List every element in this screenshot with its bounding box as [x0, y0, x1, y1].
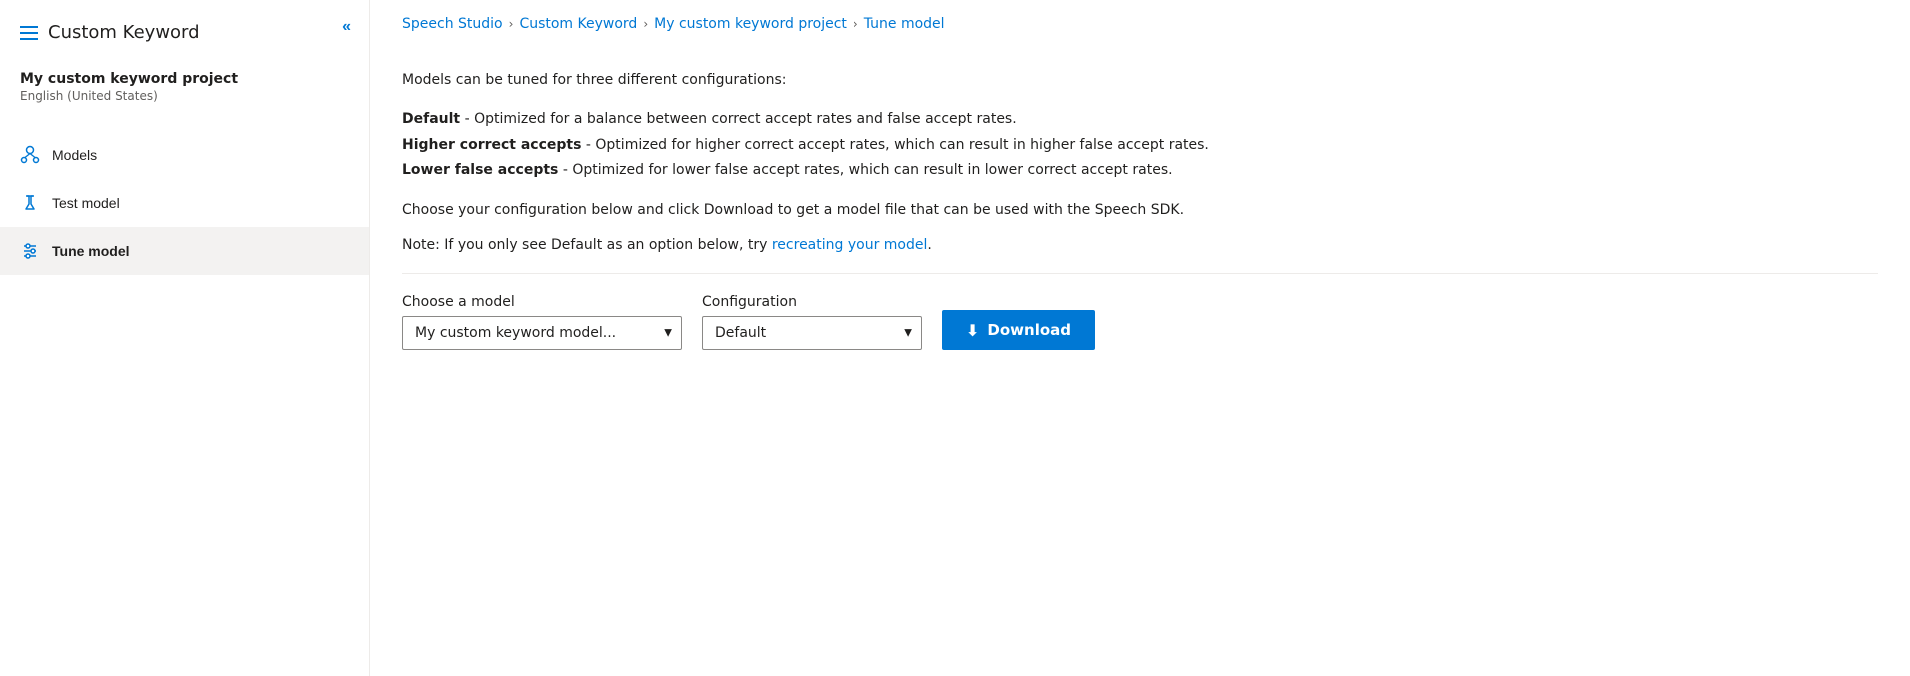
sidebar-item-test-model-label: Test model	[52, 195, 120, 211]
config-label: Configuration	[702, 294, 922, 310]
config-higher-desc: - Optimized for higher correct accept ra…	[581, 137, 1208, 153]
intro-text: Models can be tuned for three different …	[402, 69, 1878, 91]
config-item-higher: Higher correct accepts - Optimized for h…	[402, 133, 1878, 158]
choose-text: Choose your configuration below and clic…	[402, 199, 1878, 221]
config-form-group: Configuration Default Higher correct acc…	[702, 294, 922, 350]
sidebar-project-name: My custom keyword project	[20, 71, 349, 87]
sidebar-item-models-label: Models	[52, 147, 97, 163]
form-row: Choose a model My custom keyword model..…	[402, 294, 1878, 350]
sidebar-collapse-button[interactable]: «	[338, 14, 355, 40]
config-lower-desc: - Optimized for lower false accept rates…	[558, 162, 1172, 178]
sidebar-project-language: English (United States)	[20, 89, 349, 103]
model-label: Choose a model	[402, 294, 682, 310]
sidebar-item-tune-model[interactable]: Tune model	[0, 227, 369, 275]
sidebar-project-section: My custom keyword project English (Unite…	[0, 63, 369, 123]
breadcrumb-custom-keyword[interactable]: Custom Keyword	[519, 16, 637, 32]
divider	[402, 273, 1878, 274]
config-higher-name: Higher correct accepts	[402, 137, 581, 153]
config-item-default: Default - Optimized for a balance betwee…	[402, 107, 1878, 132]
breadcrumb-sep-2: ›	[643, 17, 648, 31]
model-select[interactable]: My custom keyword model...	[402, 316, 682, 350]
hamburger-icon	[20, 26, 38, 40]
config-list: Default - Optimized for a balance betwee…	[402, 107, 1878, 183]
model-select-container: My custom keyword model... ▼	[402, 316, 682, 350]
note-suffix: .	[927, 237, 931, 253]
download-label: Download	[987, 321, 1071, 339]
config-select-container: Default Higher correct accepts Lower fal…	[702, 316, 922, 350]
download-icon: ⬇	[966, 321, 979, 340]
sidebar-title-row: Custom Keyword	[0, 0, 369, 63]
model-form-group: Choose a model My custom keyword model..…	[402, 294, 682, 350]
config-default-desc: - Optimized for a balance between correc…	[460, 111, 1017, 127]
models-icon	[20, 145, 40, 165]
breadcrumb-project[interactable]: My custom keyword project	[654, 16, 847, 32]
note-link[interactable]: recreating your model	[772, 237, 928, 253]
download-button[interactable]: ⬇ Download	[942, 310, 1095, 350]
note-prefix: Note: If you only see Default as an opti…	[402, 237, 772, 253]
sidebar-item-test-model[interactable]: Test model	[0, 179, 369, 227]
breadcrumb-sep-1: ›	[509, 17, 514, 31]
sidebar-nav: Models Test model	[0, 131, 369, 275]
breadcrumb-current: Tune model	[864, 16, 945, 32]
breadcrumb-sep-3: ›	[853, 17, 858, 31]
content-body: Models can be tuned for three different …	[370, 49, 1910, 676]
breadcrumb: Speech Studio › Custom Keyword › My cust…	[370, 0, 1910, 49]
tune-model-icon	[20, 241, 40, 261]
test-model-icon	[20, 193, 40, 213]
sidebar-item-models[interactable]: Models	[0, 131, 369, 179]
main-content: Speech Studio › Custom Keyword › My cust…	[370, 0, 1910, 676]
config-select[interactable]: Default Higher correct accepts Lower fal…	[702, 316, 922, 350]
sidebar-item-tune-model-label: Tune model	[52, 243, 130, 259]
config-item-lower: Lower false accepts - Optimized for lowe…	[402, 158, 1878, 183]
config-lower-name: Lower false accepts	[402, 162, 558, 178]
sidebar: « Custom Keyword My custom keyword proje…	[0, 0, 370, 676]
config-default-name: Default	[402, 111, 460, 127]
breadcrumb-speech-studio[interactable]: Speech Studio	[402, 16, 503, 32]
sidebar-title: Custom Keyword	[48, 22, 200, 43]
note-text: Note: If you only see Default as an opti…	[402, 237, 1878, 253]
